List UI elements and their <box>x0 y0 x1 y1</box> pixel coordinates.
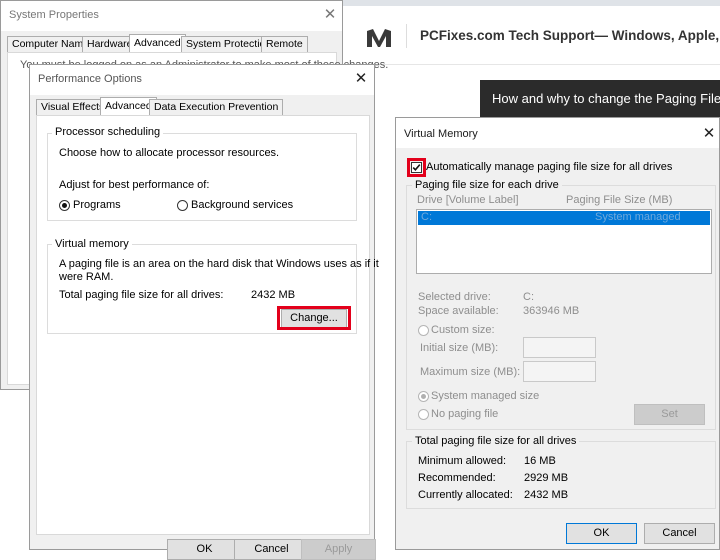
recommended-label: Recommended: <box>418 472 496 484</box>
video-thumbnail[interactable]: How and why to change the Paging File <box>480 80 720 120</box>
virtual-memory-window: Virtual Memory ✕ Automatically manage pa… <box>395 117 720 550</box>
drive-column-header: Drive [Volume Label] <box>417 194 519 206</box>
selected-drive-value: C: <box>523 291 534 303</box>
virtual-memory-close-icon[interactable]: ✕ <box>701 124 717 144</box>
recommended-value: 2929 MB <box>524 472 569 484</box>
selected-drive-label: Selected drive: <box>418 291 491 303</box>
virtual-memory-title: Virtual Memory <box>404 128 478 140</box>
drive-row-selected[interactable]: C: System managed <box>418 211 710 225</box>
performance-options-titlebar[interactable]: Performance Options ✕ <box>30 65 374 95</box>
virtual-memory-ok-button[interactable]: OK <box>566 523 637 544</box>
system-managed-label: System managed size <box>431 390 540 402</box>
virtual-memory-description-line1: A paging file is an area on the hard dis… <box>59 258 379 270</box>
processor-scheduling-label: Processor scheduling <box>52 126 164 138</box>
system-properties-close-icon[interactable]: ✕ <box>319 5 341 25</box>
adjust-performance-label: Adjust for best performance of: <box>59 179 210 191</box>
drive-list[interactable]: C: System managed <box>416 209 712 274</box>
auto-manage-label[interactable]: Automatically manage paging file size fo… <box>426 161 672 173</box>
drive-row-letter: C: <box>421 211 432 223</box>
background-services-radio[interactable] <box>177 200 188 211</box>
site-header: PCFixes.com Tech Support— Windows, Apple… <box>340 6 720 65</box>
initial-size-label: Initial size (MB): <box>420 342 499 354</box>
system-properties-titlebar[interactable]: System Properties ✕ <box>1 1 342 31</box>
perf-tab-visual-effects[interactable]: Visual Effects <box>36 99 110 115</box>
initial-size-input <box>523 337 596 358</box>
system-properties-title: System Properties <box>9 9 99 21</box>
programs-radio[interactable] <box>59 200 70 211</box>
virtual-memory-description-line2: were RAM. <box>59 271 114 283</box>
system-managed-radio <box>418 391 429 402</box>
performance-options-close-icon[interactable]: ✕ <box>350 69 372 89</box>
change-button-highlight <box>277 306 351 330</box>
maximum-size-input <box>523 361 596 382</box>
size-column-header: Paging File Size (MB) <box>566 194 673 206</box>
background-services-radio-label[interactable]: Background services <box>191 199 293 211</box>
custom-size-label: Custom size: <box>431 324 495 336</box>
performance-options-title: Performance Options <box>38 73 142 85</box>
header-divider <box>406 24 407 48</box>
virtual-memory-cancel-button[interactable]: Cancel <box>644 523 715 544</box>
no-paging-radio <box>418 409 429 420</box>
set-button: Set <box>634 404 705 425</box>
performance-options-window: Performance Options ✕ Visual Effects Adv… <box>29 64 379 560</box>
currently-allocated-label: Currently allocated: <box>418 489 513 501</box>
currently-allocated-value: 2432 MB <box>524 489 569 501</box>
drive-row-size: System managed <box>595 211 681 223</box>
paging-file-group-label: Paging file size for each drive <box>412 179 562 191</box>
perf-advanced-panel: Processor scheduling Choose how to alloc… <box>36 115 379 535</box>
programs-radio-label[interactable]: Programs <box>73 199 121 211</box>
custom-size-radio <box>418 325 429 336</box>
processor-description: Choose how to allocate processor resourc… <box>59 147 280 159</box>
perf-tab-data-execution-prevention[interactable]: Data Execution Prevention <box>149 99 284 115</box>
video-title: How and why to change the Paging File <box>492 91 720 106</box>
virtual-memory-titlebar[interactable]: Virtual Memory ✕ <box>396 118 719 148</box>
sysprop-tab-advanced[interactable]: Advanced <box>129 34 186 52</box>
auto-manage-highlight <box>407 158 426 177</box>
total-paging-group-label: Total paging file size for all drives <box>412 435 580 447</box>
medium-logo-icon[interactable] <box>366 28 392 48</box>
no-paging-label: No paging file <box>431 408 499 420</box>
site-title[interactable]: PCFixes.com Tech Support— Windows, Apple… <box>420 28 720 43</box>
minimum-allowed-label: Minimum allowed: <box>418 455 507 467</box>
sysprop-tab-computer-name[interactable]: Computer Name <box>7 36 95 52</box>
minimum-allowed-value: 16 MB <box>524 455 556 467</box>
space-available-value: 363946 MB <box>523 305 580 317</box>
maximum-size-label: Maximum size (MB): <box>420 366 521 378</box>
total-paging-label: Total paging file size for all drives: <box>59 289 224 301</box>
total-paging-value: 2432 MB <box>251 289 296 301</box>
virtual-memory-label: Virtual memory <box>52 238 132 250</box>
space-available-label: Space available: <box>418 305 499 317</box>
sysprop-tab-remote[interactable]: Remote <box>261 36 308 52</box>
